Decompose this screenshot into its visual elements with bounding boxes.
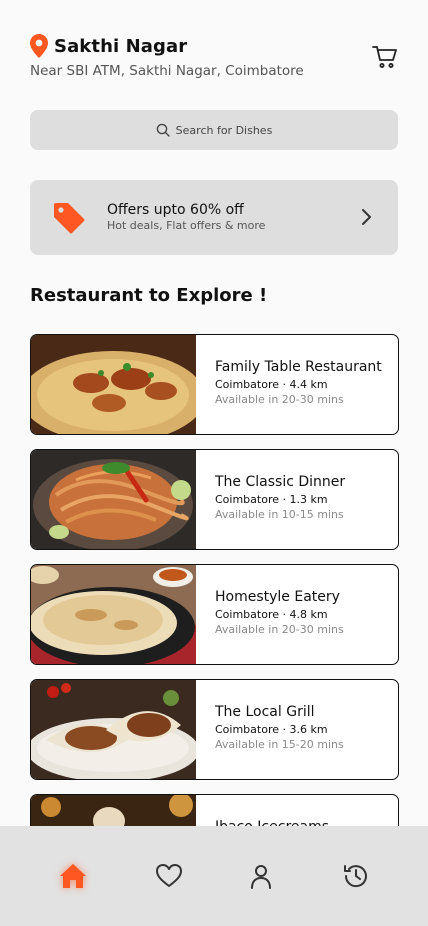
location-title: Sakthi Nagar	[54, 35, 188, 57]
restaurant-card[interactable]: Homestyle Eatery Coimbatore · 4.8 km Ava…	[30, 564, 399, 665]
history-icon	[344, 865, 367, 888]
section-title: Restaurant to Explore !	[30, 285, 268, 306]
nav-profile[interactable]	[247, 862, 275, 890]
restaurant-card[interactable]: The Classic Dinner Coimbatore · 1.3 km A…	[30, 449, 399, 550]
restaurant-location-distance: Coimbatore · 1.3 km	[215, 493, 328, 506]
restaurant-availability: Available in 20-30 mins	[215, 623, 344, 636]
nav-history[interactable]	[342, 862, 370, 890]
chevron-right-icon[interactable]	[358, 208, 374, 226]
restaurant-list: Family Table Restaurant Coimbatore · 4.4…	[30, 334, 399, 909]
tag-icon	[54, 203, 85, 234]
offers-banner[interactable]: Offers upto 60% off Hot deals, Flat offe…	[30, 180, 398, 255]
restaurant-name: Homestyle Eatery	[215, 589, 340, 605]
offers-title: Offers upto 60% off	[107, 202, 244, 218]
home-icon	[60, 864, 86, 888]
restaurant-name: The Classic Dinner	[215, 474, 346, 490]
restaurant-location-distance: Coimbatore · 3.6 km	[215, 723, 328, 736]
restaurant-image	[31, 450, 196, 549]
cart-icon[interactable]	[372, 44, 398, 70]
restaurant-location-distance: Coimbatore · 4.4 km	[215, 378, 328, 391]
restaurant-card[interactable]: Family Table Restaurant Coimbatore · 4.4…	[30, 334, 399, 435]
user-icon	[251, 865, 271, 889]
restaurant-name: The Local Grill	[215, 704, 315, 720]
restaurant-image	[31, 335, 196, 434]
nav-favorites[interactable]	[155, 862, 183, 890]
search-placeholder: Search for Dishes	[175, 123, 273, 137]
search-bar[interactable]: Search for Dishes	[30, 110, 398, 150]
offers-subtitle: Hot deals, Flat offers & more	[107, 219, 266, 232]
restaurant-availability: Available in 15-20 mins	[215, 738, 344, 751]
restaurant-image	[31, 680, 196, 779]
restaurant-location-distance: Coimbatore · 4.8 km	[215, 608, 328, 621]
restaurant-image	[31, 565, 196, 664]
bottom-nav	[0, 826, 428, 926]
restaurant-availability: Available in 20-30 mins	[215, 393, 344, 406]
restaurant-card[interactable]: The Local Grill Coimbatore · 3.6 km Avai…	[30, 679, 399, 780]
restaurant-name: Family Table Restaurant	[215, 359, 382, 375]
location-pin-icon	[30, 34, 48, 58]
location-address: Near SBI ATM, Sakthi Nagar, Coimbatore	[30, 63, 304, 79]
nav-home[interactable]	[59, 862, 87, 890]
search-icon	[156, 123, 170, 137]
location-header[interactable]: Sakthi Nagar Near SBI ATM, Sakthi Nagar,…	[30, 34, 398, 84]
restaurant-availability: Available in 10-15 mins	[215, 508, 344, 521]
heart-icon	[156, 864, 182, 887]
